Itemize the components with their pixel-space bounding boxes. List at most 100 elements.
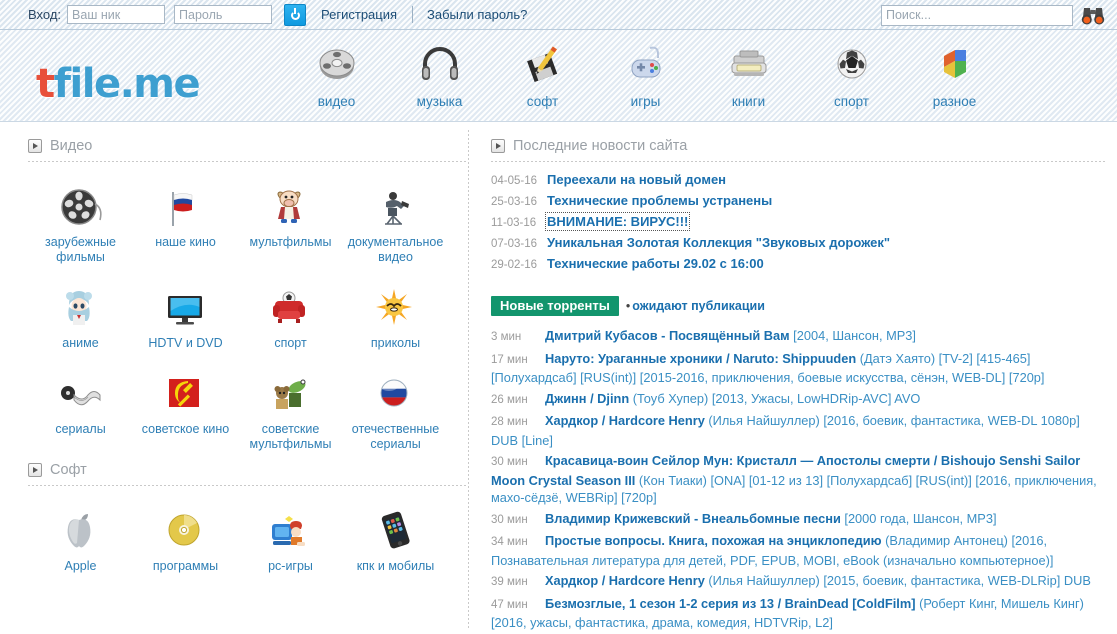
category-domestic-series[interactable]: отечественные сериалы: [343, 365, 448, 452]
nav-label: спорт: [834, 94, 869, 109]
news-item: 07-03-16 Уникальная Золотая Коллекция "З…: [491, 235, 1105, 250]
forgot-password-link[interactable]: Забыли пароль?: [427, 7, 527, 22]
news-item: 04-05-16 Переехали на новый домен: [491, 172, 1105, 187]
section-soft: Софт Apple программы pc-игры кпк и мобил…: [28, 462, 468, 588]
torrent-time: 26 мин: [491, 393, 528, 406]
torrent-meta: (Тоуб Хупер) [2013, Ужасы, LowHDRip-AVC]…: [629, 390, 921, 406]
binoculars-icon[interactable]: [1079, 4, 1107, 26]
torrent-link[interactable]: Простые вопросы. Книга, похожая на энцик…: [545, 533, 882, 548]
divider: [412, 6, 414, 23]
play-box-icon: [28, 463, 42, 477]
gamepad-icon: [624, 38, 668, 90]
news-date: 11-03-16: [491, 217, 537, 229]
torrent-time: 28 мин: [491, 416, 528, 428]
news-column: Последние новости сайта 04-05-16 Перееха…: [469, 122, 1117, 633]
login-submit-button[interactable]: [284, 3, 307, 26]
category-programs[interactable]: программы: [133, 502, 238, 574]
torrent-link[interactable]: Хардкор / Hardcore Henry: [545, 413, 705, 428]
category-soviet-cartoons[interactable]: советские мультфильмы: [238, 365, 343, 452]
news-link[interactable]: Технические проблемы устранены: [547, 193, 772, 208]
top-bar: Вход: Регистрация Забыли пароль?: [0, 0, 1117, 30]
nav-item-soft[interactable]: софт: [491, 38, 594, 109]
nav-label: разное: [932, 94, 977, 109]
search-input[interactable]: [881, 4, 1073, 26]
site-logo[interactable]: tfile.me: [36, 61, 201, 107]
torrent-row: 34 мин Простые вопросы. Книга, похожая на…: [491, 532, 1105, 569]
torrent-time: 17 мин: [491, 353, 528, 366]
torrent-link[interactable]: Хардкор / Hardcore Henry: [545, 573, 705, 588]
category-funny[interactable]: приколы: [343, 279, 448, 351]
awaiting-publication-label[interactable]: • ожидают публикации: [626, 299, 765, 313]
nav-item-video[interactable]: видео: [285, 38, 388, 109]
nav-item-sport[interactable]: спорт: [800, 38, 903, 109]
torrent-link[interactable]: Дмитрий Кубасов - Посвящённый Вам: [545, 328, 790, 343]
typewriter-icon: [727, 38, 771, 90]
category-documentary[interactable]: документальное видео: [343, 178, 448, 265]
divider: [491, 161, 1105, 162]
russian-flag-ball-icon: [372, 365, 420, 417]
news-item: 11-03-16 ВНИМАНИЕ: ВИРУС!!!: [491, 212, 1105, 231]
category-apple[interactable]: Apple: [28, 502, 133, 574]
news-item: 25-03-16 Технические проблемы устранены: [491, 193, 1105, 208]
category-pc-games[interactable]: pc-игры: [238, 502, 343, 574]
new-torrents-badge: Новые торренты: [491, 296, 619, 316]
category-cartoons[interactable]: мультфильмы: [238, 178, 343, 265]
nav-label: игры: [630, 94, 661, 109]
nav-item-books[interactable]: книги: [697, 38, 800, 109]
nav-item-misc[interactable]: разное: [903, 38, 1006, 109]
category-label: Apple: [64, 559, 97, 573]
category-soviet-cinema[interactable]: советское кино: [133, 365, 238, 452]
film-strip-icon: [57, 365, 105, 417]
section-title: Видео: [50, 138, 93, 154]
category-label: наше кино: [155, 235, 216, 249]
smartphone-icon: [372, 502, 420, 554]
news-link[interactable]: Уникальная Золотая Коллекция "Звуковых д…: [547, 235, 890, 250]
category-anime[interactable]: аниме: [28, 279, 133, 351]
nickname-input[interactable]: [67, 5, 166, 24]
soviet-cartoon-icon: [267, 365, 315, 417]
category-foreign-films[interactable]: зарубежные фильмы: [28, 178, 133, 265]
news-link[interactable]: ВНИМАНИЕ: ВИРУС!!!: [544, 212, 691, 231]
category-pda-mobile[interactable]: кпк и мобилы: [343, 502, 448, 574]
password-input[interactable]: [174, 5, 273, 24]
site-header: tfile.me видео музыка софт игры книги сп…: [0, 30, 1117, 122]
news-date: 25-03-16: [491, 196, 538, 208]
torrent-list: 3 мин Дмитрий Кубасов - Посвящённый Вам […: [491, 327, 1105, 633]
news-date: 29-02-16: [491, 259, 538, 271]
category-hdtv-dvd[interactable]: HDTV и DVD: [133, 279, 238, 351]
torrent-link[interactable]: Джинн / Djinn: [545, 391, 629, 406]
news-link[interactable]: Технические работы 29.02 с 16:00: [547, 256, 764, 271]
category-grid: Apple программы pc-игры кпк и мобилы: [28, 486, 468, 588]
category-series[interactable]: сериалы: [28, 365, 133, 452]
anime-girl-icon: [57, 279, 105, 331]
nav-label: музыка: [416, 94, 463, 109]
category-our-cinema[interactable]: наше кино: [133, 178, 238, 265]
nav-item-music[interactable]: музыка: [388, 38, 491, 109]
bullet-icon: •: [625, 299, 631, 313]
category-grid: зарубежные фильмы наше кино мультфильмы …: [28, 162, 468, 466]
nav-label: софт: [526, 94, 559, 109]
power-icon: [290, 8, 301, 20]
news-title: Последние новости сайта: [513, 138, 688, 154]
torrent-time: 30 мин: [491, 513, 528, 526]
torrent-meta: [2000 года, Шансон, MP3]: [840, 510, 997, 526]
torrent-row: 26 мин Джинн / Djinn (Тоуб Хупер) [2013, …: [491, 390, 1105, 410]
awaiting-text: ожидают публикации: [632, 299, 765, 313]
news-link[interactable]: Переехали на новый домен: [547, 172, 726, 187]
category-label: мультфильмы: [249, 235, 332, 249]
section-video: Видео зарубежные фильмы наше кино мультф…: [28, 138, 468, 466]
category-sport-video[interactable]: спорт: [238, 279, 343, 351]
torrent-link[interactable]: Безмозглые, 1 сезон 1-2 серия из 13 / Br…: [545, 596, 916, 611]
section-header: Видео: [28, 138, 468, 154]
nav-item-games[interactable]: игры: [594, 38, 697, 109]
torrent-link[interactable]: Владимир Крижевский - Внеальбомные песни: [545, 511, 841, 526]
kid-computer-icon: [267, 502, 315, 554]
category-label: зарубежные фильмы: [45, 235, 116, 264]
logo-rest: file.me: [53, 61, 201, 107]
register-link[interactable]: Регистрация: [321, 7, 397, 22]
category-label: pc-игры: [268, 559, 313, 573]
headphones-icon: [418, 38, 462, 90]
torrent-link[interactable]: Наруто: Ураганные хроники / Naruto: Ship…: [545, 351, 856, 366]
page-content: Видео зарубежные фильмы наше кино мультф…: [0, 122, 1117, 633]
torrent-row: 39 мин Хардкор / Hardcore Henry (Илья Най…: [491, 572, 1105, 592]
